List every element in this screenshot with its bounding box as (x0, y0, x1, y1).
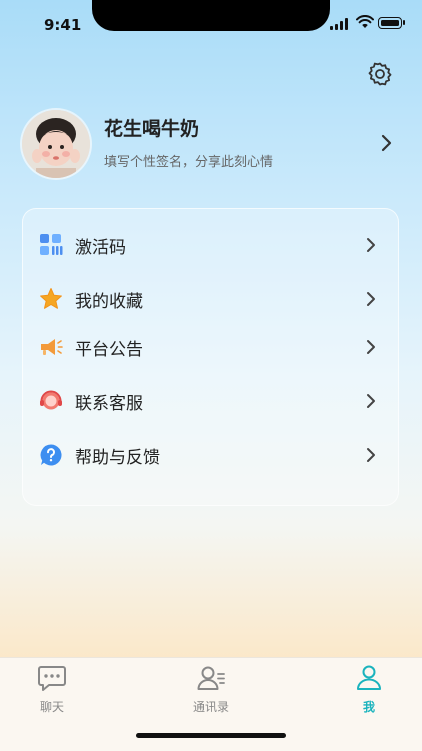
headset-icon (40, 390, 62, 410)
menu-item-label: 平台公告 (75, 339, 143, 360)
profile-signature[interactable]: 填写个性签名，分享此刻心情 (104, 151, 273, 170)
chevron-right-icon (367, 292, 375, 306)
menu-item-favorites[interactable]: 我的收藏 (23, 279, 398, 319)
chevron-right-icon (367, 448, 375, 462)
tab-label: 聊天 (39, 700, 64, 714)
chevron-right-icon (367, 340, 375, 354)
contacts-icon (197, 666, 225, 690)
menu-item-activation-code[interactable]: 激活码 (23, 225, 398, 265)
home-indicator[interactable] (136, 733, 286, 738)
menu-item-help-feedback[interactable]: 帮助与反馈 (23, 435, 398, 475)
grid-icon (40, 234, 63, 255)
megaphone-icon (41, 339, 63, 355)
tab-me[interactable]: 我 (339, 664, 399, 715)
battery-icon (378, 17, 402, 29)
tab-chat[interactable]: 聊天 (22, 664, 82, 715)
cellular-signal-icon (330, 18, 348, 30)
battery-cap (403, 20, 405, 25)
chat-icon (38, 666, 66, 691)
menu-item-customer-service[interactable]: 联系客服 (23, 381, 398, 421)
menu-card: 激活码 我的收藏 平台公告 联系客服 帮助与反馈 (22, 208, 399, 506)
menu-item-announcements[interactable]: 平台公告 (23, 327, 398, 367)
device-notch (92, 0, 330, 31)
settings-gear-icon[interactable] (367, 61, 393, 87)
star-icon (40, 288, 62, 309)
profile-icon (357, 665, 381, 690)
menu-item-label: 激活码 (75, 237, 126, 258)
status-time: 9:41 (44, 16, 82, 34)
profile-chevron-right-icon[interactable] (380, 134, 392, 152)
avatar[interactable] (22, 110, 90, 178)
tab-label: 我 (362, 700, 375, 714)
chevron-right-icon (367, 394, 375, 408)
chevron-right-icon (367, 238, 375, 252)
wifi-icon (356, 15, 374, 28)
menu-item-label: 我的收藏 (75, 291, 143, 312)
menu-item-label: 帮助与反馈 (75, 447, 160, 468)
profile-name: 花生喝牛奶 (104, 118, 200, 140)
help-icon (40, 444, 62, 466)
avatar-photo (22, 110, 90, 178)
tab-contacts[interactable]: 通讯录 (181, 664, 241, 715)
menu-item-label: 联系客服 (75, 393, 143, 414)
tab-label: 通讯录 (192, 700, 229, 714)
